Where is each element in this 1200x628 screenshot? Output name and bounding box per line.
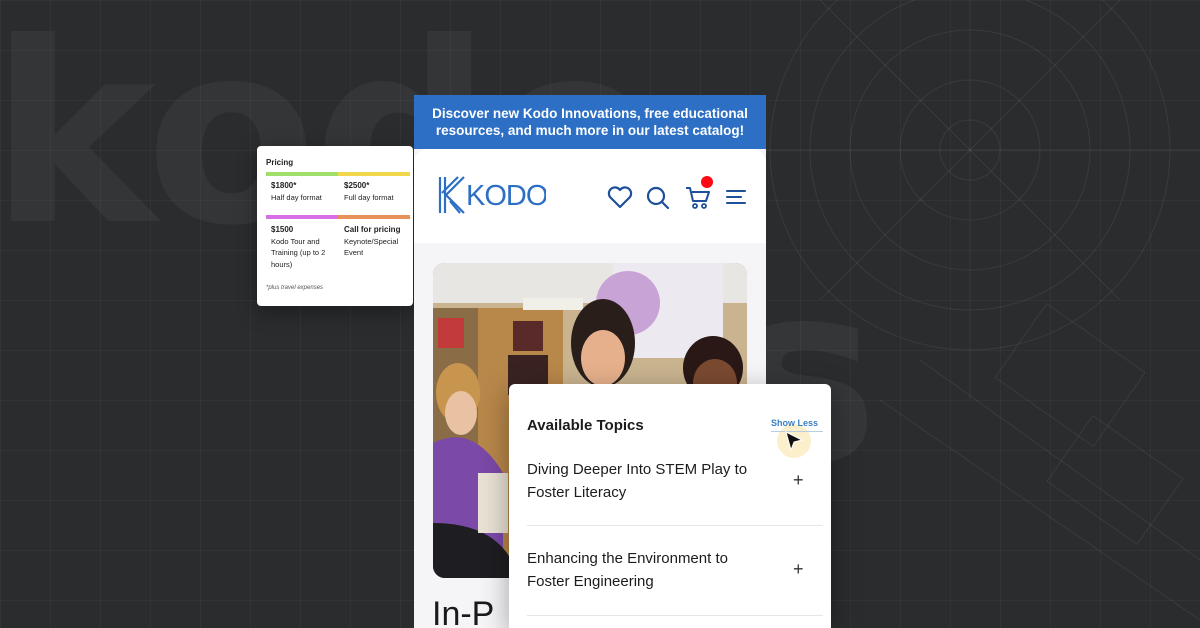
menu-icon[interactable] bbox=[724, 183, 752, 211]
pricing-title: Pricing bbox=[266, 158, 294, 167]
site-header: KODO bbox=[414, 149, 766, 243]
promo-line-1: Discover new Kodo Innovations, free educ… bbox=[432, 106, 748, 121]
cart-notification-dot bbox=[701, 176, 713, 188]
heart-icon[interactable] bbox=[606, 183, 634, 211]
pricing-desc: Full day format bbox=[344, 192, 394, 202]
topic-item[interactable]: Enhancing the Environment to Foster Engi… bbox=[527, 547, 777, 593]
topic-item[interactable]: Diving Deeper Into STEM Play to Foster L… bbox=[527, 458, 777, 504]
logo-text: KODO bbox=[466, 180, 546, 212]
topics-title: Available Topics bbox=[527, 417, 644, 434]
pricing-desc: Keynote/Special Event bbox=[344, 236, 399, 258]
pricing-cell: Call for pricing Keynote/Special Event bbox=[344, 224, 412, 259]
pricing-price: $2500* bbox=[344, 181, 370, 190]
topic-line: Foster Literacy bbox=[527, 484, 627, 501]
pricing-bar-half-day bbox=[266, 172, 338, 176]
pricing-note: *plus travel expenses bbox=[266, 285, 324, 291]
pricing-bar-keynote bbox=[338, 215, 410, 219]
pricing-bar-tour bbox=[266, 215, 338, 219]
page-heading: In-P bbox=[432, 595, 495, 628]
cursor-arrow-icon bbox=[785, 431, 804, 452]
pricing-cell: $1500 Kodo Tour and Training (up to 2 ho… bbox=[271, 224, 339, 270]
pricing-card: Pricing $1800* Half day format $2500* Fu… bbox=[257, 146, 413, 306]
topic-line: Enhancing the Environment to bbox=[527, 550, 728, 567]
promo-banner[interactable]: Discover new Kodo Innovations, free educ… bbox=[414, 95, 766, 149]
expand-plus-icon[interactable]: + bbox=[793, 559, 804, 580]
pricing-desc: Half day format bbox=[271, 192, 322, 202]
show-less-link[interactable]: Show Less bbox=[771, 418, 818, 428]
expand-plus-icon[interactable]: + bbox=[793, 470, 804, 491]
pricing-price: Call for pricing bbox=[344, 225, 401, 234]
topic-divider bbox=[527, 615, 823, 616]
search-icon[interactable] bbox=[644, 183, 672, 211]
pricing-price: $1800* bbox=[271, 181, 297, 190]
promo-line-2: resources, and much more in our latest c… bbox=[435, 123, 745, 138]
topic-divider bbox=[527, 525, 823, 526]
topic-line: Diving Deeper Into STEM Play to bbox=[527, 461, 748, 478]
pricing-cell: $1800* Half day format bbox=[271, 180, 339, 203]
topic-line: Foster Engineering bbox=[527, 573, 654, 590]
pricing-bar-full-day bbox=[338, 172, 410, 176]
pricing-cell: $2500* Full day format bbox=[344, 180, 412, 203]
available-topics-card: Available Topics Show Less Diving Deeper… bbox=[509, 384, 831, 628]
pricing-price: $1500 bbox=[271, 225, 294, 234]
pricing-desc: Kodo Tour and Training (up to 2 hours) bbox=[271, 236, 326, 269]
kodo-logo[interactable]: KODO bbox=[436, 171, 546, 219]
